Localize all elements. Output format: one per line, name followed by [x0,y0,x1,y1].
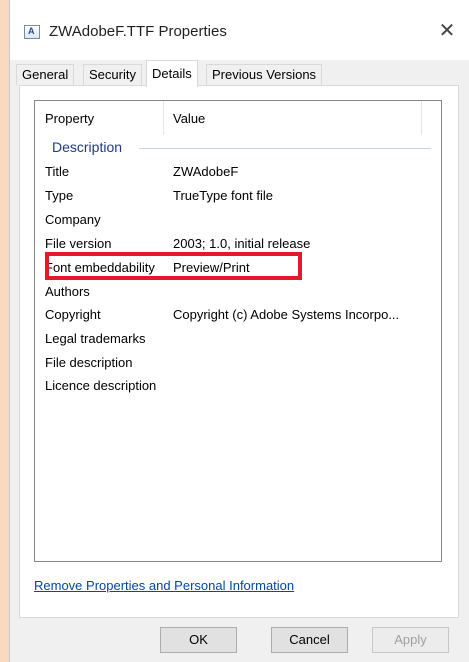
font-file-icon [24,25,40,39]
group-description: Description [35,137,441,159]
property-name: File description [45,355,133,370]
list-item[interactable]: Font embeddability Preview/Print [35,258,441,281]
tab-general[interactable]: General [16,64,75,85]
column-header-property[interactable]: Property [45,111,94,126]
property-name: Licence description [45,378,157,393]
tab-previous-versions[interactable]: Previous Versions [206,64,323,85]
property-name: Title [45,164,70,179]
list-item[interactable]: Type TrueType font file [35,186,441,209]
list-item[interactable]: Copyright Copyright (c) Adobe Systems In… [35,305,441,328]
property-name: Font embeddability [45,260,155,275]
column-divider[interactable] [421,101,422,135]
window-title: ZWAdobeF.TTF Properties [49,23,227,40]
group-divider [139,148,431,149]
remove-properties-link[interactable]: Remove Properties and Personal Informati… [34,578,294,593]
list-item[interactable]: Title ZWAdobeF [35,162,441,185]
group-label: Description [52,139,123,155]
column-divider[interactable] [163,101,164,135]
list-item[interactable]: Company [35,210,441,233]
list-item[interactable]: Licence description [35,376,441,399]
list-item[interactable]: File version 2003; 1.0, initial release [35,234,441,257]
ok-button[interactable]: OK [160,627,237,653]
column-header-value[interactable]: Value [173,111,205,126]
list-item[interactable]: File description [35,353,441,376]
apply-button[interactable]: Apply [372,627,449,653]
property-name: Copyright [45,307,101,322]
tab-strip: General Security Details Previous Versio… [10,60,469,87]
property-value: 2003; 1.0, initial release [173,236,311,251]
property-name: Type [45,188,74,203]
property-value: Copyright (c) Adobe Systems Incorpo... [173,307,400,322]
properties-dialog: ZWAdobeF.TTF Properties ✕ General Securi… [9,0,469,662]
details-list[interactable]: Property Value Description Title ZWAdobe… [34,100,442,562]
list-item[interactable]: Authors [35,282,441,305]
cancel-button[interactable]: Cancel [271,627,348,653]
tab-security[interactable]: Security [83,64,142,85]
property-name: Company [45,212,101,227]
tab-details[interactable]: Details [146,60,198,87]
list-item[interactable]: Legal trademarks [35,329,441,352]
property-value: ZWAdobeF [173,164,239,179]
property-name: Authors [45,284,90,299]
title-bar[interactable]: ZWAdobeF.TTF Properties ✕ [10,0,469,60]
property-name: File version [45,236,112,251]
property-value: Preview/Print [173,260,250,275]
background-strip [0,0,9,662]
property-value: TrueType font file [173,188,273,203]
close-button[interactable]: ✕ [434,18,460,44]
property-name: Legal trademarks [45,331,146,346]
list-header: Property Value [35,101,441,135]
